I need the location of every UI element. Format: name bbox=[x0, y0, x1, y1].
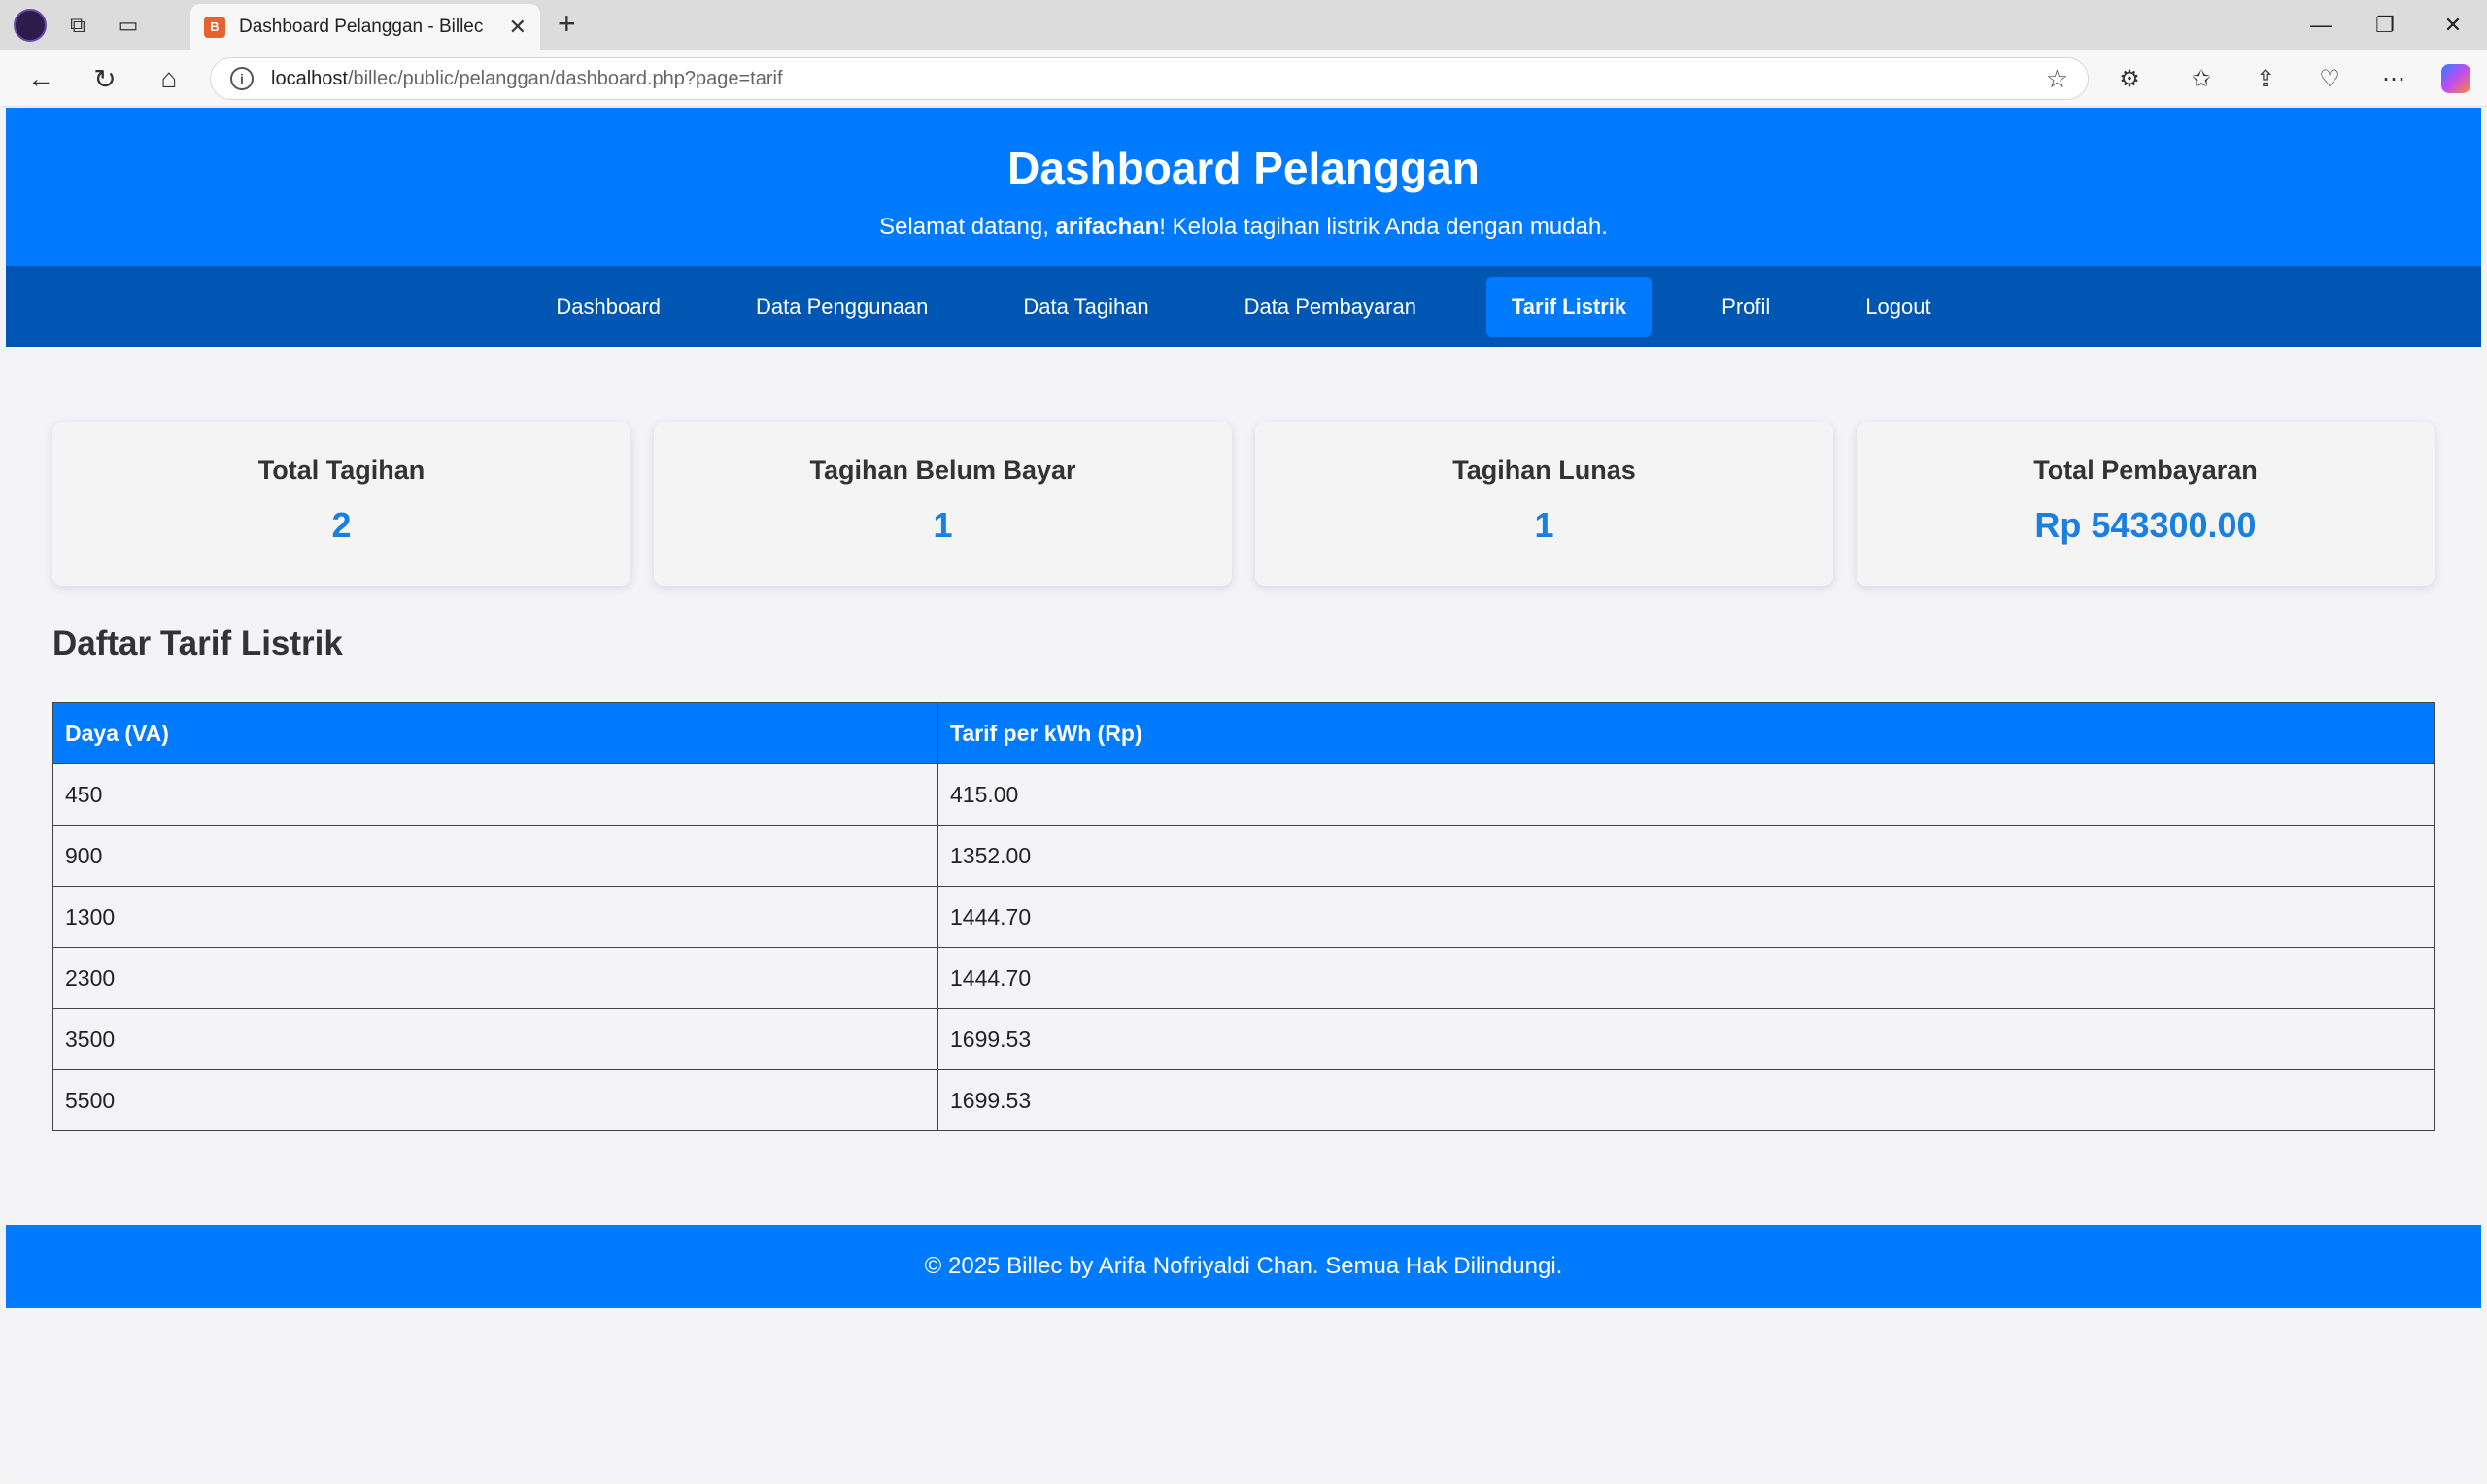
vertical-tabs-icon[interactable]: ▭ bbox=[109, 6, 148, 45]
table-row: 450 415.00 bbox=[52, 763, 2435, 826]
table-row: 1300 1444.70 bbox=[52, 886, 2435, 948]
card-total-tagihan: Total Tagihan 2 bbox=[52, 422, 630, 586]
tab-title: Dashboard Pelanggan - Billec bbox=[239, 16, 484, 37]
card-label: Tagihan Belum Bayar bbox=[809, 455, 1076, 485]
greeting-suffix: ! Kelola tagihan listrik Anda dengan mud… bbox=[1159, 214, 1608, 240]
card-value: Rp 543300.00 bbox=[2034, 505, 2257, 545]
card-value: 1 bbox=[933, 505, 953, 545]
cell-tarif: 1699.53 bbox=[937, 1008, 2435, 1070]
cell-daya: 450 bbox=[52, 763, 938, 826]
restore-icon[interactable]: ❐ bbox=[2351, 0, 2419, 50]
favorites-icon[interactable]: ✩ bbox=[2180, 59, 2223, 98]
cell-daya: 3500 bbox=[52, 1008, 938, 1070]
extensions-icon[interactable]: ⚙ bbox=[2108, 59, 2151, 98]
main-content: Total Tagihan 2 Tagihan Belum Bayar 1 Ta… bbox=[6, 347, 2481, 1131]
column-header-tarif: Tarif per kWh (Rp) bbox=[937, 702, 2435, 764]
welcome-message: Selamat datang, arifachan! Kelola tagiha… bbox=[6, 214, 2481, 241]
card-tagihan-lunas: Tagihan Lunas 1 bbox=[1255, 422, 1833, 586]
browser-essentials-icon[interactable]: ♡ bbox=[2308, 59, 2351, 98]
cell-daya: 2300 bbox=[52, 947, 938, 1009]
refresh-icon[interactable]: ↻ bbox=[85, 59, 124, 98]
url-text: localhost/billec/public/pelanggan/dashbo… bbox=[271, 68, 2028, 90]
browser-address-bar: ← ↻ ⌂ i localhost/billec/public/pelangga… bbox=[0, 50, 2487, 107]
nav-data-penggunaan[interactable]: Data Penggunaan bbox=[731, 277, 953, 337]
favorite-star-icon[interactable]: ☆ bbox=[2046, 64, 2068, 94]
tab-close-icon[interactable]: ✕ bbox=[509, 15, 527, 40]
more-menu-icon[interactable]: ⋯ bbox=[2372, 59, 2415, 98]
card-tagihan-belum-bayar: Tagihan Belum Bayar 1 bbox=[654, 422, 1232, 586]
cell-daya: 900 bbox=[52, 825, 938, 887]
site-footer: © 2025 Billec by Arifa Nofriyaldi Chan. … bbox=[6, 1225, 2481, 1308]
tarif-table: Daya (VA) Tarif per kWh (Rp) 450 415.00 … bbox=[52, 702, 2435, 1131]
new-tab-icon[interactable]: + bbox=[558, 6, 576, 42]
minimize-icon[interactable]: — bbox=[2287, 0, 2355, 50]
nav-data-tagihan[interactable]: Data Tagihan bbox=[998, 277, 1174, 337]
share-icon[interactable]: ⇪ bbox=[2244, 59, 2287, 98]
table-row: 3500 1699.53 bbox=[52, 1008, 2435, 1070]
footer-text: © 2025 Billec by Arifa Nofriyaldi Chan. … bbox=[924, 1253, 1563, 1279]
browser-profile-avatar[interactable] bbox=[14, 8, 47, 42]
card-value: 2 bbox=[331, 505, 352, 545]
nav-logout[interactable]: Logout bbox=[1840, 277, 1956, 337]
site-favicon-icon: B bbox=[204, 16, 225, 38]
card-label: Tagihan Lunas bbox=[1452, 455, 1636, 485]
site-info-icon[interactable]: i bbox=[230, 67, 254, 90]
page: Dashboard Pelanggan Selamat datang, arif… bbox=[6, 108, 2481, 1481]
copilot-icon[interactable] bbox=[2435, 59, 2477, 98]
card-label: Total Tagihan bbox=[257, 455, 426, 485]
table-header-row: Daya (VA) Tarif per kWh (Rp) bbox=[52, 702, 2435, 764]
nav-profil[interactable]: Profil bbox=[1696, 277, 1795, 337]
cell-tarif: 1444.70 bbox=[937, 947, 2435, 1009]
cell-daya: 5500 bbox=[52, 1069, 938, 1131]
cell-tarif: 415.00 bbox=[937, 763, 2435, 826]
browser-tab-active[interactable]: B Dashboard Pelanggan - Billec ✕ bbox=[190, 4, 540, 50]
card-label: Total Pembayaran bbox=[2033, 455, 2258, 485]
greeting-prefix: Selamat datang, bbox=[879, 214, 1056, 240]
nav-dashboard[interactable]: Dashboard bbox=[530, 277, 686, 337]
url-input[interactable]: i localhost/billec/public/pelanggan/dash… bbox=[210, 57, 2089, 100]
cell-daya: 1300 bbox=[52, 886, 938, 948]
back-icon[interactable]: ← bbox=[21, 59, 60, 98]
site-header: Dashboard Pelanggan Selamat datang, arif… bbox=[6, 108, 2481, 266]
workspaces-icon[interactable]: ⧉ bbox=[58, 6, 97, 45]
nav-data-pembayaran[interactable]: Data Pembayaran bbox=[1219, 277, 1442, 337]
summary-cards: Total Tagihan 2 Tagihan Belum Bayar 1 Ta… bbox=[52, 422, 2435, 586]
cell-tarif: 1699.53 bbox=[937, 1069, 2435, 1131]
section-title: Daftar Tarif Listrik bbox=[52, 624, 343, 662]
browser-tab-bar: ⧉ ▭ B Dashboard Pelanggan - Billec ✕ + —… bbox=[0, 0, 2487, 50]
nav-tarif-listrik[interactable]: Tarif Listrik bbox=[1485, 276, 1652, 337]
window-close-icon[interactable]: ✕ bbox=[2419, 0, 2487, 50]
username: arifachan bbox=[1055, 214, 1160, 240]
url-host: localhost bbox=[271, 67, 348, 89]
table-row: 5500 1699.53 bbox=[52, 1069, 2435, 1131]
cell-tarif: 1444.70 bbox=[937, 886, 2435, 948]
column-header-daya: Daya (VA) bbox=[52, 702, 938, 764]
table-row: 900 1352.00 bbox=[52, 825, 2435, 887]
main-nav: Dashboard Data Penggunaan Data Tagihan D… bbox=[6, 266, 2481, 347]
home-icon[interactable]: ⌂ bbox=[150, 59, 188, 98]
card-value: 1 bbox=[1534, 505, 1554, 545]
url-path: /billec/public/pelanggan/dashboard.php?p… bbox=[347, 67, 783, 89]
page-title: Dashboard Pelanggan bbox=[1007, 143, 1480, 193]
card-total-pembayaran: Total Pembayaran Rp 543300.00 bbox=[1857, 422, 2435, 586]
cell-tarif: 1352.00 bbox=[937, 825, 2435, 887]
table-row: 2300 1444.70 bbox=[52, 947, 2435, 1009]
